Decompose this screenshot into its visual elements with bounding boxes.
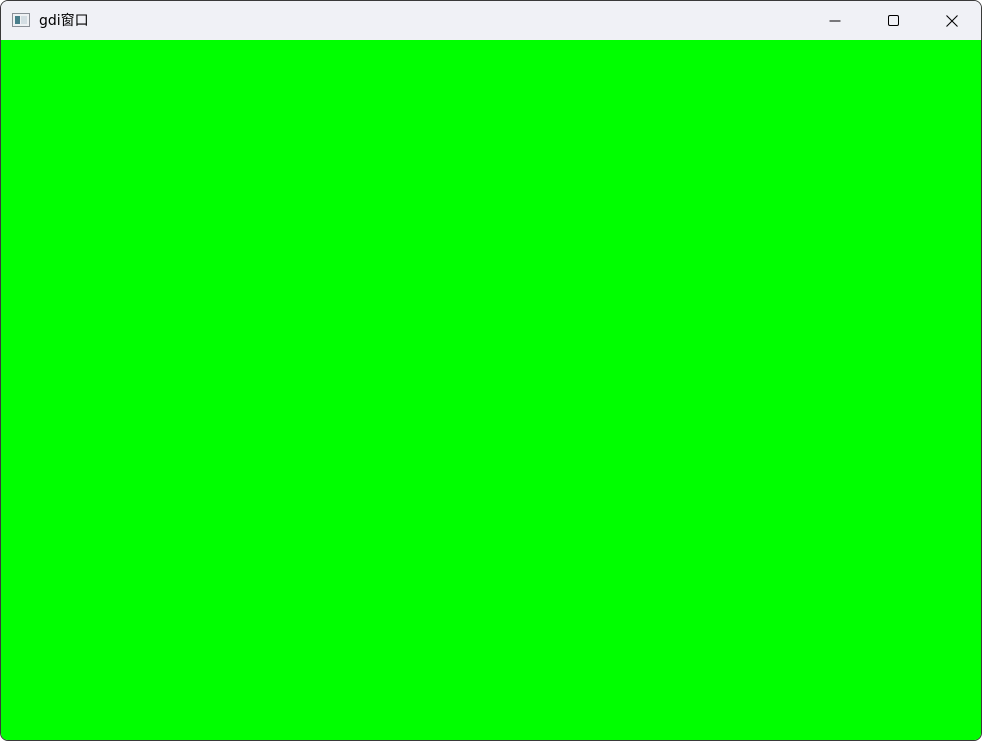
title-bar[interactable]: gdi窗口 — [1, 1, 981, 40]
app-window: gdi窗口 — [0, 0, 982, 741]
close-button[interactable] — [923, 1, 981, 40]
app-window-icon[interactable] — [12, 13, 30, 27]
maximize-icon — [888, 14, 900, 27]
close-icon — [946, 14, 958, 27]
maximize-button[interactable] — [865, 1, 923, 40]
minimize-button[interactable] — [806, 1, 864, 40]
window-title: gdi窗口 — [39, 13, 89, 29]
client-area[interactable] — [1, 40, 981, 740]
minimize-icon — [829, 15, 841, 27]
